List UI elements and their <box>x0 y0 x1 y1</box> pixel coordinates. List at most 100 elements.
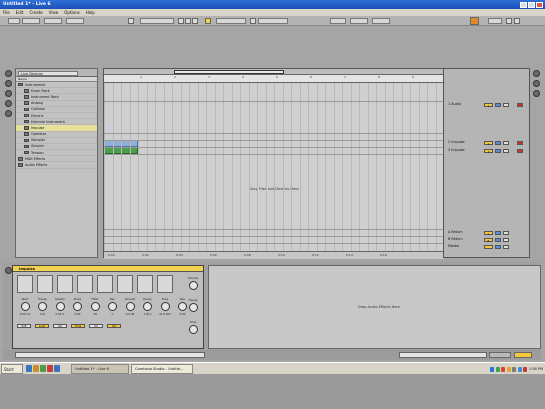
detail-toggle[interactable] <box>489 352 511 358</box>
menu-file[interactable]: File <box>3 10 10 15</box>
overdub-button[interactable] <box>205 18 211 24</box>
knob[interactable] <box>20 302 30 311</box>
track-activator-button[interactable]: A <box>484 230 493 236</box>
task-camtasia[interactable]: Camtasia Studio - Untitle... <box>131 364 193 374</box>
solo-button[interactable] <box>495 148 501 153</box>
folder-icon[interactable] <box>33 365 39 372</box>
groove-field[interactable] <box>66 18 84 24</box>
track-activator-button[interactable]: 1 <box>484 102 493 108</box>
mixer-toggle-icon[interactable] <box>533 90 540 97</box>
track-header[interactable]: 1 Audio 1 <box>444 101 531 108</box>
sample-pad[interactable] <box>57 275 73 293</box>
tray-icon-5[interactable] <box>512 366 517 372</box>
solo-button[interactable] <box>495 237 501 242</box>
start-button[interactable]: Start <box>1 364 23 374</box>
track-view-icon[interactable] <box>5 267 12 274</box>
arm-button[interactable] <box>503 102 509 107</box>
track-activator-button[interactable]: 3 <box>484 148 493 154</box>
file-browser-3-icon[interactable] <box>5 100 12 107</box>
browser-search-box[interactable]: Live Devices <box>18 70 78 76</box>
device-browser-icon[interactable] <box>5 70 12 77</box>
close-icon[interactable] <box>536 1 543 8</box>
solo-button[interactable] <box>495 102 501 107</box>
arrangement-position-field[interactable] <box>140 18 174 24</box>
track-activator-button[interactable] <box>484 244 493 249</box>
file-browser-1-icon[interactable] <box>5 80 12 87</box>
record-arm-button[interactable] <box>517 102 523 107</box>
loop-switch[interactable] <box>250 18 256 24</box>
side-knob[interactable] <box>189 303 198 312</box>
menu-options[interactable]: Options <box>64 10 79 15</box>
menu-help[interactable]: Help <box>86 10 95 15</box>
side-knob[interactable] <box>189 325 198 334</box>
loop-brace[interactable] <box>174 70 284 74</box>
device-toggle-button[interactable]: Soft <box>17 324 31 328</box>
knob[interactable] <box>55 302 65 311</box>
tray-icon-4[interactable] <box>506 366 511 372</box>
sends-toggle-icon[interactable] <box>533 80 540 87</box>
tempo-field[interactable] <box>22 18 40 24</box>
knob[interactable] <box>38 302 47 311</box>
media-icon[interactable] <box>40 365 46 372</box>
file-browser-2-icon[interactable] <box>5 90 12 97</box>
tray-icon-2[interactable] <box>495 366 500 372</box>
track-header[interactable]: 2 Impulse 2 <box>444 139 531 146</box>
menu-view[interactable]: View <box>49 10 59 15</box>
arm-button[interactable] <box>503 230 509 235</box>
task-live[interactable]: Untitled 1* - Live 6 <box>71 364 129 374</box>
plugin-browser-icon[interactable] <box>5 110 12 117</box>
time-ruler[interactable]: 0:00 0:02 0:04 0:06 0:08 0:10 0:12 0:14 0:16 <box>104 251 444 259</box>
device-toggle-button[interactable]: Time <box>71 324 85 328</box>
key-map-button[interactable] <box>350 18 368 24</box>
track-header[interactable]: A Return A <box>444 229 531 236</box>
sample-pad[interactable] <box>137 275 153 293</box>
arm-button[interactable] <box>503 237 509 242</box>
desktop-icon[interactable] <box>54 365 60 372</box>
knob[interactable] <box>90 302 100 311</box>
arm-button[interactable] <box>503 140 509 145</box>
solo-button[interactable] <box>495 140 501 145</box>
sample-pad[interactable] <box>157 275 173 293</box>
knob[interactable] <box>160 302 170 311</box>
signature-field[interactable] <box>44 18 62 24</box>
sample-pad[interactable] <box>77 275 93 293</box>
solo-button[interactable] <box>495 230 501 235</box>
play-button[interactable] <box>178 18 184 24</box>
knob[interactable] <box>143 302 152 311</box>
tray-icon-7[interactable] <box>523 366 528 372</box>
menu-edit[interactable]: Edit <box>16 10 24 15</box>
knob[interactable] <box>108 302 117 311</box>
track-activator-button[interactable]: 2 <box>484 140 493 146</box>
sample-pad[interactable] <box>37 275 53 293</box>
loop-start-field[interactable] <box>216 18 246 24</box>
detail-view-button[interactable] <box>514 352 532 358</box>
record-arm-button[interactable] <box>517 140 523 145</box>
device-toggle-button[interactable]: Glo <box>107 324 121 328</box>
browser-item[interactable]: Audio Effects <box>16 162 97 169</box>
sample-pad[interactable] <box>17 275 33 293</box>
ie-icon[interactable] <box>26 365 32 372</box>
track-header[interactable]: B Return B <box>444 236 531 243</box>
audio-effects-drop-zone[interactable]: Drop Audio Effects Here <box>208 265 541 349</box>
solo-button[interactable] <box>495 244 501 249</box>
track-header[interactable]: Master <box>444 243 531 250</box>
midi-map-button[interactable] <box>372 18 390 24</box>
device-toggle-button[interactable]: Vol <box>89 324 103 328</box>
sample-pad[interactable] <box>117 275 133 293</box>
sample-pad[interactable] <box>97 275 113 293</box>
side-knob[interactable] <box>189 281 198 290</box>
record-arm-button[interactable] <box>517 148 523 153</box>
tray-icon-3[interactable] <box>501 366 506 372</box>
track-activator-button[interactable]: B <box>484 237 493 243</box>
device-toggle-button[interactable]: Loop <box>35 324 49 328</box>
draw-mode-button[interactable] <box>330 18 346 24</box>
app-icon[interactable] <box>47 365 53 372</box>
minimize-icon[interactable] <box>520 1 527 8</box>
knob[interactable] <box>178 302 187 311</box>
arm-button[interactable] <box>503 244 509 249</box>
follow-button[interactable] <box>128 18 134 24</box>
beat-ruler[interactable]: 1 2 3 4 5 6 7 8 9 <box>104 75 444 83</box>
tray-icon-6[interactable] <box>517 366 522 372</box>
loop-length-field[interactable] <box>258 18 288 24</box>
device-toggle-button[interactable]: Vel <box>53 324 67 328</box>
